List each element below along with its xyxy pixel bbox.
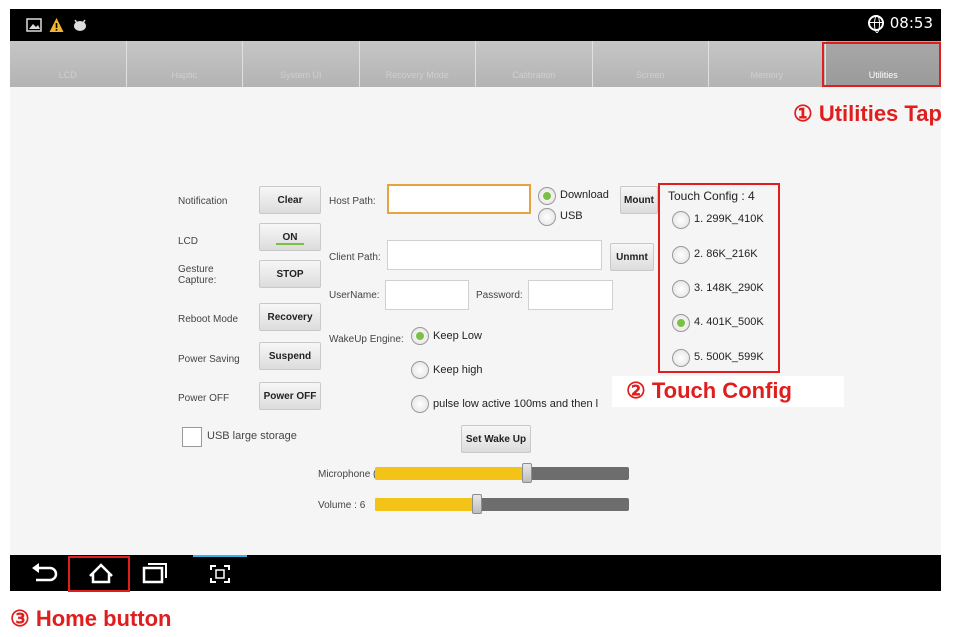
recent-apps-button[interactable] [134,559,174,587]
back-button[interactable] [24,559,64,587]
tab-haptic[interactable]: Haptic [126,41,243,87]
utilities-callout: ① Utilities Tap [793,101,942,126]
screenshot-button[interactable] [193,555,247,591]
usb-storage-checkbox[interactable] [182,427,202,447]
warning-icon [49,18,64,32]
volume-label: Volume : 6 [318,500,366,511]
unmount-button[interactable]: Unmnt [610,243,654,271]
recovery-button[interactable]: Recovery [259,303,321,331]
password-label: Password: [476,290,523,301]
reboot-mode-label: Reboot Mode [178,314,239,325]
tab-label: Haptic [171,70,197,80]
navigation-bar [10,555,941,591]
keep-low-label: Keep Low [433,330,482,342]
gesture-capture-line2: Capture: [178,275,217,286]
touch-config-highlight-box [658,183,780,373]
download-label: Download [560,189,609,201]
tab-label: Recovery Mode [385,70,449,80]
lcd-on-button[interactable]: ON [259,223,321,251]
status-bar: 08:53 [10,9,941,41]
power-off-label: Power OFF [178,393,230,404]
usb-radio[interactable] [538,208,556,226]
clock: 08:53 [867,14,933,33]
recent-apps-icon [142,563,167,584]
power-off-button[interactable]: Power OFF [259,382,321,410]
client-path-label: Client Path: [329,252,381,263]
microphone-slider-fill [375,467,527,480]
tab-label: Calibration [512,70,556,80]
clear-button[interactable]: Clear [259,186,321,214]
keep-high-label: Keep high [433,364,483,376]
utilities-highlight-box [822,42,941,87]
username-label: UserName: [329,290,380,301]
set-wakeup-button[interactable]: Set Wake Up [461,425,531,453]
mount-button[interactable]: Mount [620,186,658,214]
username-input[interactable] [385,280,469,310]
gesture-stop-button[interactable]: STOP [259,260,321,288]
notification-label: Notification [178,196,228,207]
tab-lcd[interactable]: LCD [10,41,127,87]
volume-slider-thumb[interactable] [472,494,482,514]
tab-memory[interactable]: Memory [709,41,826,87]
tab-label: LCD [58,70,77,80]
usb-label: USB [560,210,583,222]
tab-recovery-mode[interactable]: Recovery Mode [359,41,476,87]
touch-config-callout: ② Touch Config [612,376,844,407]
tab-calibration[interactable]: Calibration [476,41,593,87]
tab-label: Screen [635,70,665,80]
tab-label: System UI [279,70,322,80]
keep-low-radio[interactable] [411,327,429,345]
gesture-capture-label: Gesture Capture: [178,264,216,286]
back-icon [32,563,58,582]
client-path-input[interactable] [387,240,602,270]
lcd-on-indicator [276,243,304,245]
download-radio[interactable] [538,187,556,205]
password-input[interactable] [528,280,613,310]
lcd-on-label: ON [282,231,298,243]
globe-icon [867,15,884,33]
microphone-slider-thumb[interactable] [522,463,532,483]
tab-bar: LCD Haptic System UI Recovery Mode Calib… [10,41,941,87]
screenshot-icon [210,565,230,583]
tab-system-ui[interactable]: System UI [243,41,360,87]
home-button-callout: ③ Home button [10,606,172,631]
clock-time: 08:53 [889,14,933,32]
pulse-low-label: pulse low active 100ms and then l [433,398,599,410]
utilities-panel [10,87,941,555]
wakeup-engine-label: WakeUp Engine: [329,334,404,345]
usb-storage-label: USB large storage [207,430,297,442]
lcd-label: LCD [178,236,199,247]
gesture-capture-line1: Gesture [178,264,214,275]
keep-high-radio[interactable] [411,361,429,379]
suspend-button[interactable]: Suspend [259,342,321,370]
power-saving-label: Power Saving [178,354,240,365]
volume-slider-fill [375,498,477,511]
host-path-label: Host Path: [329,196,376,207]
tab-label: Memory [750,70,783,80]
tab-screen[interactable]: Screen [592,41,709,87]
image-icon [26,18,42,32]
android-debug-icon [74,19,86,31]
home-button-highlight-box [68,556,130,592]
pulse-low-radio[interactable] [411,395,429,413]
host-path-input[interactable] [387,184,531,214]
